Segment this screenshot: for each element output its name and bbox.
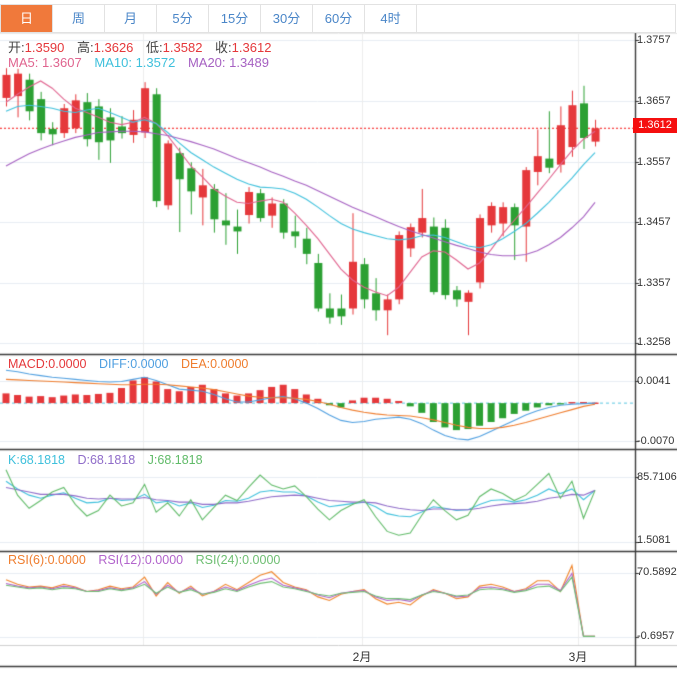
ma20-label: MA20: xyxy=(187,55,226,70)
d-label: D: xyxy=(77,453,90,467)
macd-readout: MACD:0.0000 DIFF:0.0000 DEA:0.0000 xyxy=(8,357,257,371)
low-value: 1.3582 xyxy=(162,40,203,55)
high-label: 高: xyxy=(77,40,94,55)
j-value: 68.1818 xyxy=(157,453,203,467)
open-label: 开: xyxy=(8,40,25,55)
tab-5min[interactable]: 5分 xyxy=(157,5,209,32)
tabbar-spacer xyxy=(417,5,675,32)
y-tick-1-3757: 1.3757 xyxy=(637,34,671,46)
j-label: J: xyxy=(147,453,158,467)
price-chart-canvas[interactable] xyxy=(0,0,677,675)
ma10-label: MA10: xyxy=(94,55,132,70)
ohlc-readout: 开:1.3590 高:1.3626 低:1.3582 收:1.3612 xyxy=(8,37,280,56)
macd-value: 0.0000 xyxy=(48,357,87,371)
tab-4hour[interactable]: 4时 xyxy=(365,5,417,32)
k-value: 68.1818 xyxy=(19,453,65,467)
trading-chart-window: 日 周 月 5分 15分 30分 60分 4时 开:1.3590 高:1.362… xyxy=(0,0,677,675)
open-value: 1.3590 xyxy=(24,40,65,55)
x-tick-mar: 3月 xyxy=(568,650,588,664)
rsi6-label: RSI(6): xyxy=(8,553,48,567)
diff-label: DIFF: xyxy=(99,357,131,371)
dea-value: 0.0000 xyxy=(210,357,249,371)
low-label: 低: xyxy=(146,40,163,55)
tab-15min[interactable]: 15分 xyxy=(209,5,261,32)
rsi-tick-low: -0.6957 xyxy=(637,630,675,642)
macd-tick-high: 0.0041 xyxy=(637,375,671,387)
macd-tick-low: -0.0070 xyxy=(637,435,675,447)
diff-value: 0.0000 xyxy=(130,357,169,371)
last-price-badge: 1.3612 xyxy=(633,118,677,133)
tab-60min[interactable]: 60分 xyxy=(313,5,365,32)
kdj-readout: K:68.1818 D:68.1818 J:68.1818 xyxy=(8,453,212,467)
close-value: 1.3612 xyxy=(231,40,272,55)
ma20-value: 1.3489 xyxy=(229,55,269,70)
d-value: 68.1818 xyxy=(89,453,136,467)
high-value: 1.3626 xyxy=(93,40,134,55)
tab-daily[interactable]: 日 xyxy=(1,5,53,32)
tab-weekly[interactable]: 周 xyxy=(53,5,105,32)
y-tick-1-3457: 1.3457 xyxy=(637,216,671,228)
y-tick-1-3258: 1.3258 xyxy=(637,336,671,348)
period-tabbar: 日 周 月 5分 15分 30分 60分 4时 xyxy=(0,4,676,33)
rsi24-label: RSI(24): xyxy=(195,553,243,567)
y-tick-1-3357: 1.3357 xyxy=(637,277,671,289)
y-tick-1-3557: 1.3557 xyxy=(637,156,671,168)
ma10-value: 1.3572 xyxy=(135,55,176,70)
kdj-tick-low: 1.5081 xyxy=(637,534,671,546)
tab-monthly[interactable]: 月 xyxy=(105,5,157,32)
rsi12-label: RSI(12): xyxy=(98,553,145,567)
k-label: K: xyxy=(8,453,20,467)
ma5-value: 1.3607 xyxy=(41,55,82,70)
y-tick-1-3657: 1.3657 xyxy=(637,95,671,107)
rsi-tick-high: 70.5892 xyxy=(637,566,677,578)
ma-readout: MA5: 1.3607 MA10: 1.3572 MA20: 1.3489 xyxy=(8,55,278,70)
close-label: 收: xyxy=(215,40,232,55)
rsi-readout: RSI(6):0.0000 RSI(12):0.0000 RSI(24):0.0… xyxy=(8,553,289,567)
x-tick-feb: 2月 xyxy=(352,650,372,664)
dea-label: DEA: xyxy=(180,357,211,371)
rsi6-value: 0.0000 xyxy=(47,553,86,567)
rsi24-value: 0.0000 xyxy=(242,553,281,567)
rsi12-value: 0.0000 xyxy=(144,553,184,567)
tab-30min[interactable]: 30分 xyxy=(261,5,313,32)
macd-label: MACD: xyxy=(8,357,49,371)
ma5-label: MA5: xyxy=(8,55,39,70)
kdj-tick-high: 85.7106 xyxy=(637,471,677,483)
